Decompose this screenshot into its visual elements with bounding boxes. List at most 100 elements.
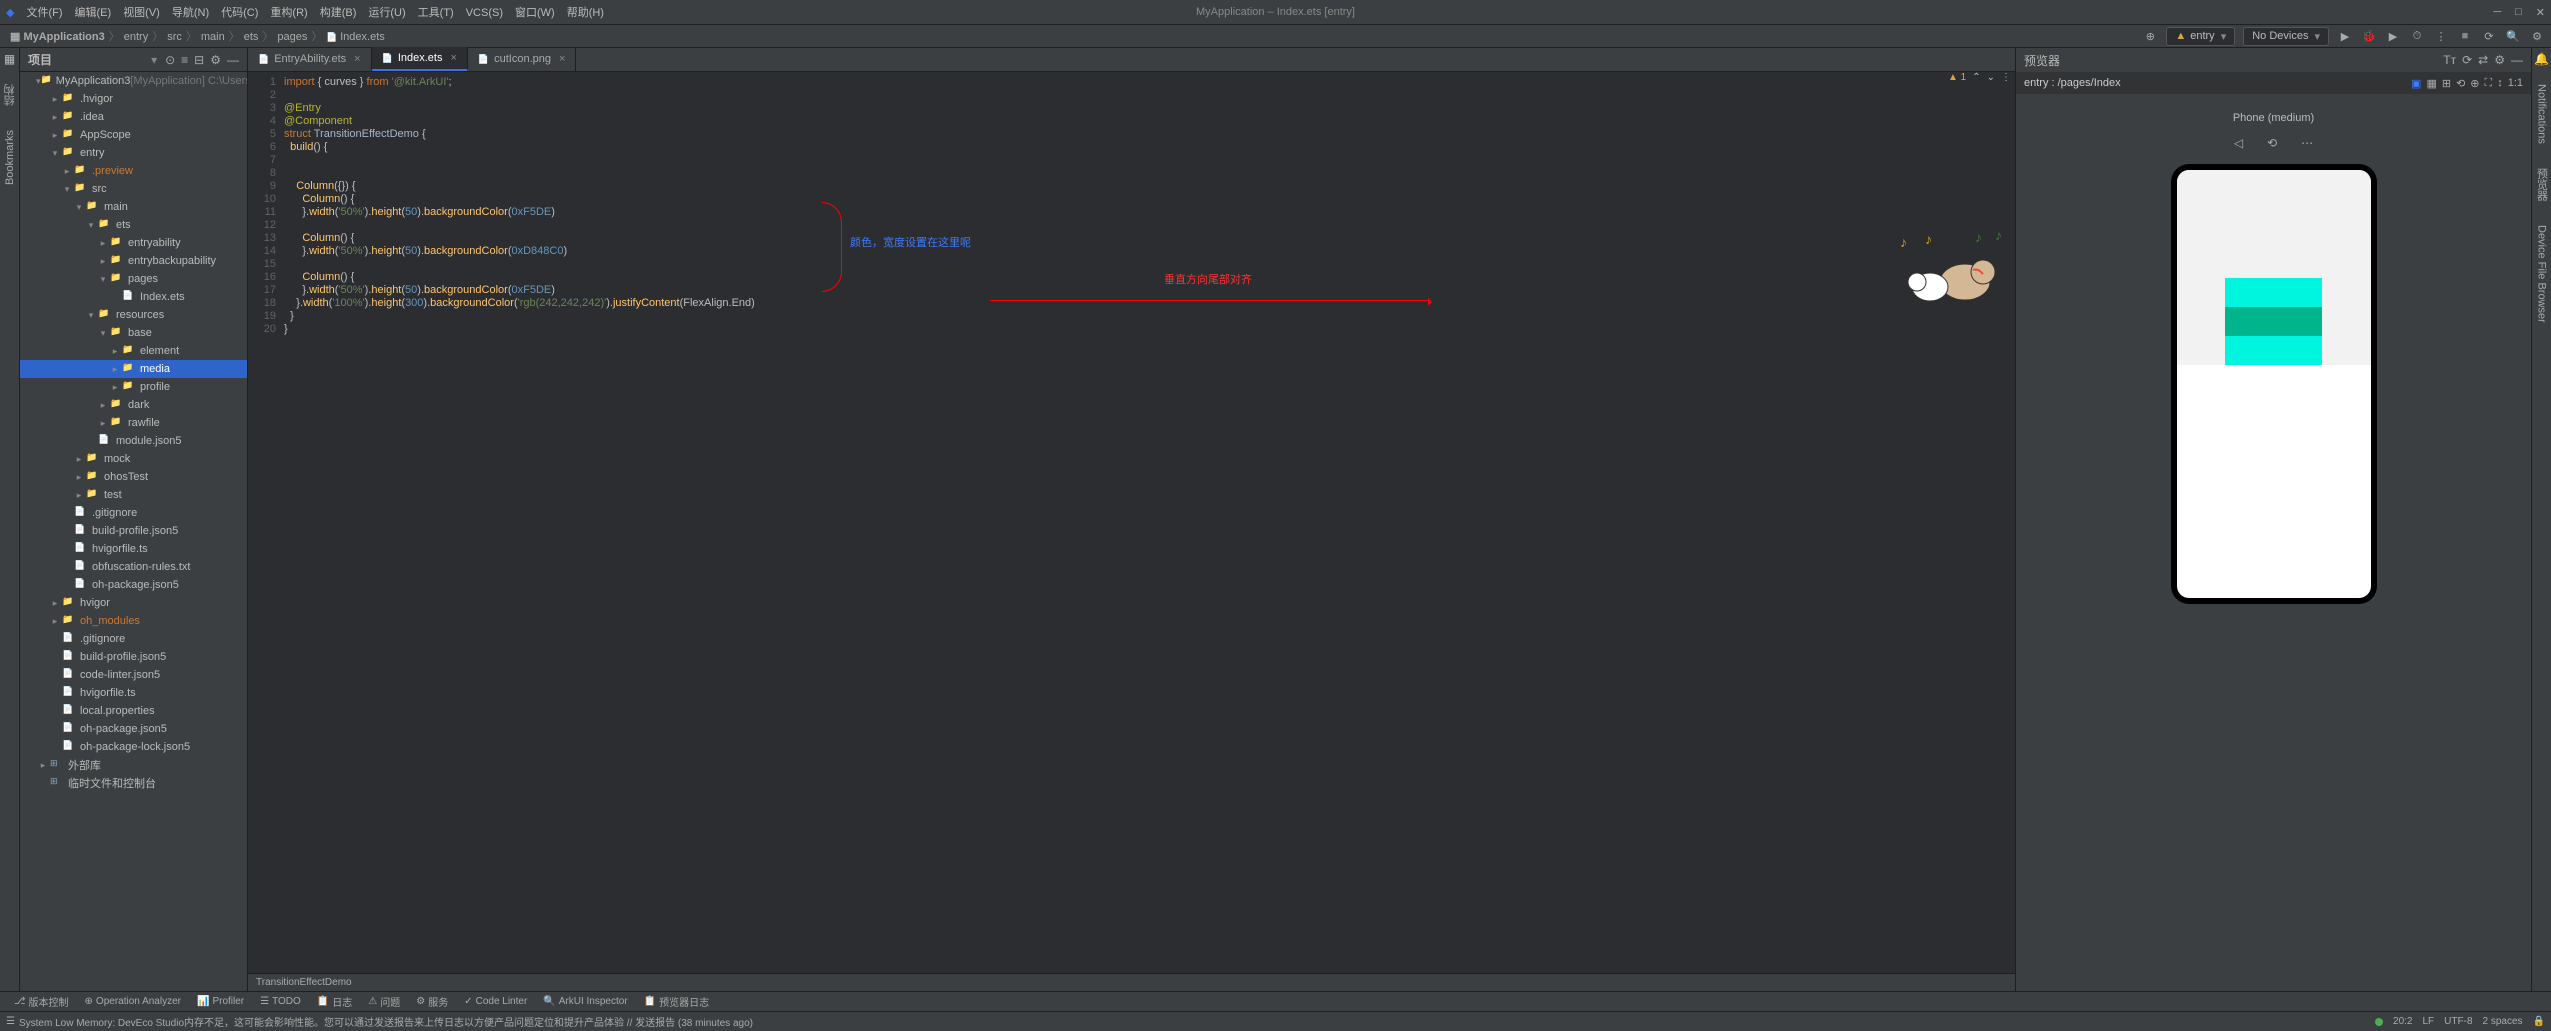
tree-row[interactable]: 📄build-profile.json5 [20,648,247,666]
tree-row[interactable]: 📄oh-package.json5 [20,720,247,738]
tree-row[interactable]: ▾📁src [20,180,247,198]
bottom-tool[interactable]: 📋日志 [309,994,360,1009]
tree-row[interactable]: 📄module.json5 [20,432,247,450]
bottom-tool[interactable]: 📊Profiler [189,996,252,1007]
menu-item[interactable]: 工具(T) [412,7,460,19]
previewer-sync-icon[interactable]: ⇄ [2478,53,2488,67]
editor-breadcrumb[interactable]: TransitionEffectDemo [248,973,2015,991]
previewer-hide-icon[interactable]: — [2511,53,2523,67]
fullscreen-icon[interactable]: ⛶ [2485,77,2493,90]
inspect-icon[interactable]: ▣ [2411,77,2421,90]
layout-icon[interactable]: ⊞ [2442,77,2451,90]
add-device-icon[interactable]: ⊕ [2470,77,2479,90]
device-dropdown[interactable]: No Devices ▾ [2243,27,2329,46]
previewer-text-icon[interactable]: Tт [2443,53,2456,67]
sync-icon[interactable]: ⟳ [2481,28,2497,44]
panel-settings-icon[interactable]: ⚙ [210,53,221,67]
breadcrumb-item[interactable]: pages [273,31,311,43]
attach-icon[interactable]: ⋮ [2433,28,2449,44]
tab-close-icon[interactable]: × [354,53,360,65]
tree-row[interactable]: 📄.gitignore [20,630,247,648]
line-separator[interactable]: LF [2423,1016,2435,1027]
tree-row[interactable]: ▾📁base [20,324,247,342]
tree-row[interactable]: ▸📁media [20,360,247,378]
menu-item[interactable]: 运行(U) [362,7,411,19]
tree-row[interactable]: ▾📁MyApplication3 [MyApplication] C:\User… [20,72,247,90]
menu-item[interactable]: 代码(C) [215,7,264,19]
tab-close-icon[interactable]: × [450,52,456,64]
tree-row[interactable]: 📄oh-package.json5 [20,576,247,594]
rotate-device-icon[interactable]: ⟲ [2261,134,2283,152]
editor-tab[interactable]: 📄Index.ets× [372,47,468,71]
previewer-refresh-icon[interactable]: ⟳ [2462,53,2472,67]
menu-item[interactable]: 窗口(W) [509,7,561,19]
build-target-dropdown[interactable]: ▲ entry ▾ [2166,27,2235,46]
device-more-icon[interactable]: ⋯ [2295,134,2319,152]
bottom-tool[interactable]: ⎇版本控制 [6,994,77,1009]
tree-row[interactable]: ▸📁.hvigor [20,90,247,108]
tree-row[interactable]: 📄obfuscation-rules.txt [20,558,247,576]
tree-row[interactable]: 📄code-linter.json5 [20,666,247,684]
bottom-tool[interactable]: ✓Code Linter [456,996,535,1007]
tree-row[interactable]: ▾📁resources [20,306,247,324]
tree-row[interactable]: ▸📁hvigor [20,594,247,612]
profile-icon[interactable]: ⏱ [2409,28,2425,44]
notifications-tool[interactable]: Notifications [2536,78,2548,150]
tree-row[interactable]: ▾📁main [20,198,247,216]
bottom-tool[interactable]: ☰TODO [252,996,309,1007]
tree-row[interactable]: 📄hvigorfile.ts [20,684,247,702]
file-encoding[interactable]: UTF-8 [2444,1016,2472,1027]
code-editor[interactable]: import { curves } from '@kit.ArkUI'; @En… [284,72,2015,973]
structure-tool[interactable]: 结构 [2,78,18,112]
tree-row[interactable]: 📄local.properties [20,702,247,720]
menu-item[interactable]: 重构(R) [264,7,313,19]
tree-row[interactable]: ▸📁mock [20,450,247,468]
tree-row[interactable]: ▸📁ohosTest [20,468,247,486]
cursor-position[interactable]: 20:2 [2393,1016,2412,1027]
stop-icon[interactable]: ■ [2457,28,2473,44]
bottom-tool[interactable]: ⚠问题 [360,994,408,1009]
breadcrumb-item[interactable]: ▦ MyApplication3 [6,31,109,43]
tree-row[interactable]: 📄.gitignore [20,504,247,522]
project-tool-icon[interactable]: ▦ [4,52,15,66]
tree-row[interactable]: ▾📁entry [20,144,247,162]
menu-item[interactable]: 帮助(H) [561,7,610,19]
menu-item[interactable]: VCS(S) [460,7,509,19]
breadcrumb-item[interactable]: entry [120,31,152,43]
bottom-tool[interactable]: 📋预览器日志 [636,994,717,1009]
status-info-icon[interactable]: ☰ [6,1016,15,1027]
fit-icon[interactable]: 1:1 [2508,77,2523,90]
menu-item[interactable]: 导航(N) [166,7,215,19]
tree-row[interactable]: ▾📁ets [20,216,247,234]
breadcrumb-item[interactable]: main [197,31,229,43]
previewer-tool[interactable]: 预览器 [2534,162,2550,207]
grid-icon[interactable]: ▦ [2426,77,2436,90]
back-icon[interactable]: ◁ [2228,134,2249,152]
tree-row[interactable]: ⊞临时文件和控制台 [20,774,247,792]
breadcrumb-item[interactable]: 📄 Index.ets [322,31,388,43]
tree-row[interactable]: ▸📁entryability [20,234,247,252]
editor-tab[interactable]: 📄EntryAbility.ets× [248,47,372,71]
editor-tab[interactable]: 📄cutIcon.png× [468,47,577,71]
tab-close-icon[interactable]: × [559,53,565,65]
tree-row[interactable]: ▸⊞外部库 [20,756,247,774]
hide-panel-icon[interactable]: — [227,53,239,67]
tree-row[interactable]: 📄oh-package-lock.json5 [20,738,247,756]
indent-setting[interactable]: 2 spaces [2483,1016,2523,1027]
project-tree[interactable]: ▾📁MyApplication3 [MyApplication] C:\User… [20,72,247,991]
expand-all-icon[interactable]: ≡ [181,53,188,67]
tree-row[interactable]: ▸📁.preview [20,162,247,180]
collapse-all-icon[interactable]: ⊟ [194,53,204,67]
minimize-icon[interactable]: ─ [2493,6,2501,19]
rotate-icon[interactable]: ⟲ [2456,77,2465,90]
menu-item[interactable]: 文件(F) [20,7,68,19]
scale-icon[interactable]: ↕ [2497,77,2503,90]
bottom-tool[interactable]: ⊕Operation Analyzer [77,996,189,1007]
tree-row[interactable]: ▸📁.idea [20,108,247,126]
device-browser-tool[interactable]: Device File Browser [2536,219,2548,329]
tree-row[interactable]: ▸📁rawfile [20,414,247,432]
tree-row[interactable]: ▸📁oh_modules [20,612,247,630]
debug-icon[interactable]: 🐞 [2361,28,2377,44]
tree-row[interactable]: 📄build-profile.json5 [20,522,247,540]
lock-icon[interactable]: 🔒 [2533,1016,2545,1027]
